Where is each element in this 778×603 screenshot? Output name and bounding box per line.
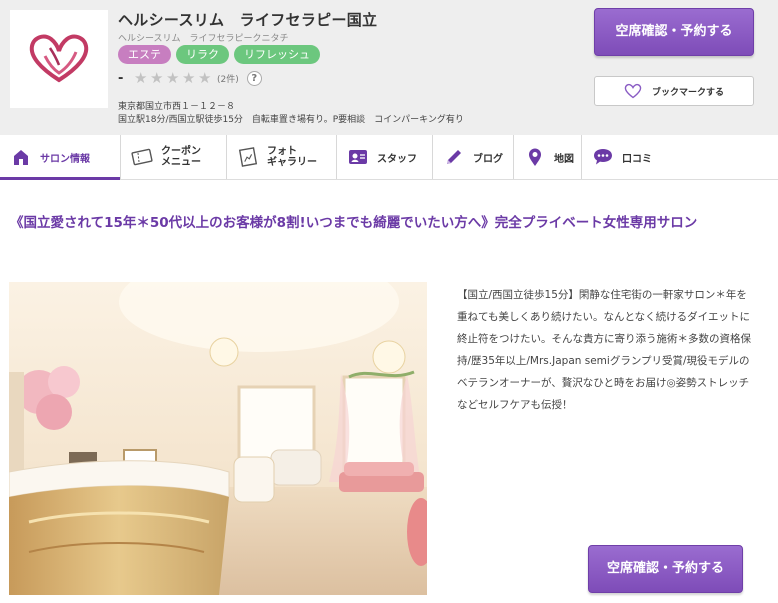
tag-esthe[interactable]: エステ xyxy=(118,45,171,64)
tag-refresh[interactable]: リフレッシュ xyxy=(234,45,320,64)
star-icon: ★ xyxy=(150,69,164,87)
tab-label: サロン情報 xyxy=(40,153,90,165)
genre-tags: エステ リラク リフレッシュ xyxy=(118,45,320,64)
star-icon: ★ xyxy=(134,69,148,87)
rating-score: - xyxy=(118,71,124,86)
tab-photo-gallery[interactable]: フォト ギャラリー xyxy=(227,135,337,179)
pen-icon xyxy=(447,150,461,164)
photo-icon xyxy=(238,147,258,167)
rating: - ★ ★ ★ ★ ★ (2件) ? xyxy=(118,71,262,86)
shop-description: 【国立/西国立徒歩15分】閑静な住宅街の一軒家サロン＊年を重ねても美しくあり続け… xyxy=(457,289,751,411)
star-icon: ★ xyxy=(166,69,180,87)
tab-label: ブログ xyxy=(473,153,503,165)
heart-outline-icon xyxy=(624,83,642,99)
tab-label: 地図 xyxy=(554,153,574,165)
shop-header: ヘルシースリム ライフセラピー国立 ヘルシースリム ライフセラピークニタチ エス… xyxy=(0,0,778,135)
map-pin-icon xyxy=(529,148,541,166)
shop-access: 国立駅18分/西国立駅徒歩15分 自転車置き場有り。P要相談 コインパーキング有… xyxy=(118,115,464,125)
heart-logo-icon xyxy=(29,34,89,83)
tab-blog[interactable]: ブログ xyxy=(433,135,514,179)
star-icon: ★ xyxy=(182,69,196,87)
shop-logo xyxy=(10,10,108,108)
star-icon: ★ xyxy=(198,69,212,87)
shop-tab-nav: サロン情報 クーポン メニュー フォト ギャラリー スタッフ ブログ 地図 口コ… xyxy=(0,135,778,180)
tab-label: クーポン メニュー xyxy=(161,146,201,168)
reserve-button-bottom[interactable]: 空席確認・予約する xyxy=(588,545,743,593)
tab-coupon-menu[interactable]: クーポン メニュー xyxy=(121,135,227,179)
tab-salon-info[interactable]: サロン情報 xyxy=(0,135,121,180)
tab-reviews[interactable]: 口コミ xyxy=(582,135,662,179)
staff-icon xyxy=(349,150,367,164)
bookmark-label: ブックマークする xyxy=(651,87,724,98)
home-icon xyxy=(14,150,28,165)
shop-address: 東京都国立市西１－１２－８ xyxy=(118,102,236,112)
salon-interior-photo xyxy=(9,282,427,595)
catch-copy: 《国立愛されて15年＊50代以上のお客様が8割!いつまでも綺麗でいたい方へ》完全… xyxy=(10,215,698,231)
tab-label: 口コミ xyxy=(622,153,652,165)
bookmark-button[interactable]: ブックマークする xyxy=(594,76,754,106)
help-icon[interactable]: ? xyxy=(246,71,262,86)
shop-kana: ヘルシースリム ライフセラピークニタチ xyxy=(118,34,289,44)
tag-relax[interactable]: リラク xyxy=(176,45,229,64)
coupon-icon xyxy=(131,148,153,166)
tab-map[interactable]: 地図 xyxy=(514,135,582,179)
review-count[interactable]: (2件) xyxy=(217,72,239,85)
salon-interior-image xyxy=(9,282,427,595)
tab-label: フォト ギャラリー xyxy=(267,146,317,168)
rating-stars: ★ ★ ★ ★ ★ xyxy=(134,71,213,86)
reserve-button[interactable]: 空席確認・予約する xyxy=(594,8,754,56)
shop-name: ヘルシースリム ライフセラピー国立 xyxy=(118,11,378,29)
speech-bubble-icon xyxy=(594,149,612,165)
tab-label: スタッフ xyxy=(377,153,417,165)
tab-staff[interactable]: スタッフ xyxy=(337,135,433,179)
